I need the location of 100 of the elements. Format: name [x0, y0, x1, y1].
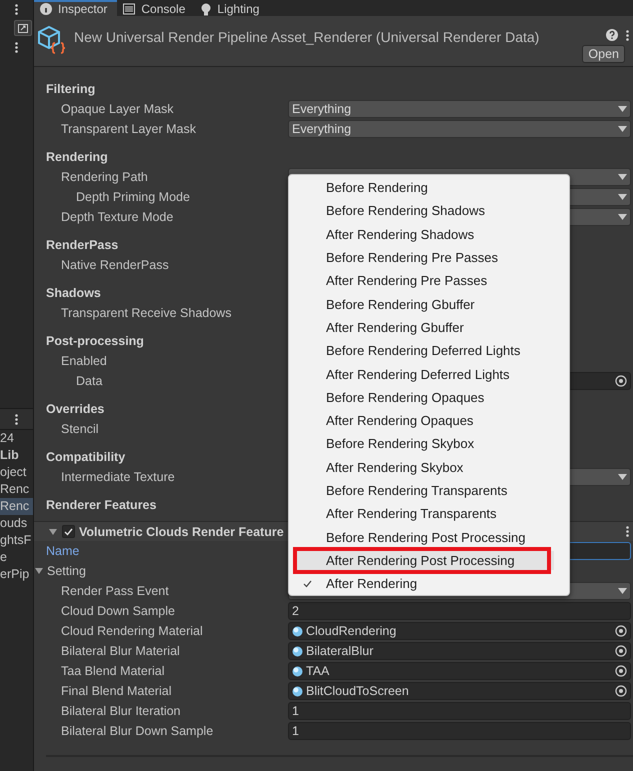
dropdown-arrow-icon — [618, 474, 627, 480]
menu-item[interactable]: Before Rendering Pre Passes — [289, 248, 554, 268]
material-sphere-icon — [292, 666, 303, 676]
field-label: Taa Blend Material — [60, 664, 166, 678]
check-icon — [303, 580, 312, 588]
menu-item[interactable]: After Rendering Opaques — [289, 410, 554, 430]
field-label: Data — [75, 374, 104, 388]
bulb-icon — [201, 2, 212, 16]
object-field[interactable]: TAA — [288, 662, 631, 680]
field-label: Intermediate Texture — [60, 470, 176, 484]
tab[interactable]: Inspector — [34, 0, 118, 16]
field-label: Cloud Down Sample — [60, 604, 176, 618]
menu-item[interactable]: After Rendering Post Processing — [297, 550, 554, 570]
tab[interactable]: Lighting — [195, 0, 270, 16]
dropdown-arrow-icon — [618, 194, 627, 200]
checkbox[interactable] — [62, 525, 75, 538]
section-heading: Filtering — [46, 81, 96, 98]
menu-item[interactable]: Before Rendering Transparents — [289, 480, 554, 500]
console-icon — [123, 3, 136, 15]
menu-item[interactable]: Before Rendering Gbuffer — [289, 294, 554, 314]
dropdown-field[interactable]: Everything — [288, 120, 631, 138]
section-heading: RenderPass — [46, 237, 118, 254]
menu-item[interactable]: After Rendering Skybox — [289, 458, 554, 477]
dropdown-field[interactable]: Everything — [288, 100, 631, 118]
menu-item[interactable]: After Rendering Transparents — [289, 504, 554, 524]
folder-item[interactable]: Lib — [0, 447, 33, 464]
object-field[interactable]: BlitCloudToScreen — [288, 682, 631, 700]
more-icon[interactable] — [15, 4, 18, 14]
dropdown-arrow-icon — [618, 174, 627, 180]
number-field[interactable]: 1 — [288, 722, 631, 740]
project-item[interactable]: ghtsF — [0, 532, 33, 549]
dropdown-arrow-icon — [618, 214, 627, 220]
menu-item[interactable]: Before Rendering Shadows — [289, 201, 554, 221]
count-label: 24 — [0, 430, 15, 447]
asset-title: New Universal Render Pipeline Asset_Renderer (Universal Renderer Data) — [74, 29, 540, 47]
section-heading: Post-processing — [46, 333, 144, 350]
project-item[interactable]: e — [0, 549, 33, 566]
material-sphere-icon — [292, 626, 303, 636]
field-label: Depth Priming Mode — [75, 190, 191, 204]
section-heading: Rendering — [46, 149, 108, 166]
field-label: Bilateral Blur Material — [60, 644, 181, 658]
field-label: Depth Texture Mode — [60, 210, 174, 224]
project-item[interactable]: ouds — [0, 515, 33, 532]
field-label: Native RenderPass — [60, 258, 170, 272]
dropdown-arrow-icon — [618, 588, 627, 594]
target-icon[interactable] — [615, 665, 627, 677]
more-icon[interactable] — [15, 42, 18, 52]
field-label: Transparent Receive Shadows — [60, 306, 232, 320]
menu-item[interactable]: After Rendering Gbuffer — [289, 318, 554, 338]
number-field[interactable]: 1 — [288, 702, 631, 720]
menu-item[interactable]: After Rendering Deferred Lights — [289, 364, 554, 384]
menu-item[interactable]: After Rendering Pre Passes — [289, 271, 554, 290]
field-label: Rendering Path — [60, 170, 149, 184]
open-button[interactable]: Open — [582, 45, 625, 63]
section-heading: Overrides — [46, 401, 104, 418]
more-icon[interactable] — [626, 30, 629, 40]
menu-item[interactable]: After Rendering Shadows — [289, 224, 554, 244]
project-item[interactable]: Renc — [0, 481, 33, 498]
more-icon[interactable] — [15, 414, 18, 424]
section-label: Setting — [47, 564, 86, 578]
field-label: Opaque Layer Mask — [60, 102, 175, 116]
field-label: Transparent Layer Mask — [60, 122, 198, 136]
maximize-button[interactable] — [14, 20, 32, 36]
material-sphere-icon — [292, 686, 303, 696]
help-icon[interactable] — [606, 29, 618, 41]
target-icon[interactable] — [615, 645, 627, 657]
field-label: Bilateral Blur Down Sample — [60, 724, 214, 738]
object-field[interactable]: CloudRendering — [288, 622, 631, 640]
field-label: Stencil — [60, 422, 100, 436]
project-item[interactable]: erPip — [0, 566, 33, 583]
menu-item[interactable]: Before Rendering Skybox — [289, 434, 554, 454]
menu-item[interactable]: Before Rendering Opaques — [289, 388, 554, 407]
foldout-arrow-icon[interactable] — [34, 566, 44, 576]
project-item[interactable]: Renc — [0, 498, 33, 515]
field-label: Bilateral Blur Iteration — [60, 704, 182, 718]
target-icon[interactable] — [615, 685, 627, 697]
dropdown-arrow-icon — [618, 106, 627, 112]
dropdown-arrow-icon — [618, 126, 627, 132]
field-label: Cloud Rendering Material — [60, 624, 204, 638]
field-label: Render Pass Event — [60, 584, 170, 598]
target-icon[interactable] — [615, 375, 627, 387]
number-field[interactable]: 2 — [288, 602, 631, 620]
tab[interactable]: Console — [117, 0, 196, 16]
menu-item[interactable]: Before Rendering Deferred Lights — [289, 341, 554, 360]
section-heading: Shadows — [46, 285, 101, 302]
maximize-icon — [18, 24, 28, 32]
foldout-label[interactable]: Setting — [34, 564, 288, 578]
feature-title: Volumetric Clouds Render Feature — [79, 524, 284, 538]
object-field[interactable]: BilateralBlur — [288, 642, 631, 660]
target-icon[interactable] — [615, 625, 627, 637]
menu-item[interactable]: Before Rendering Post Processing — [289, 527, 554, 547]
section-heading: Compatibility — [46, 449, 126, 466]
field-label: Final Blend Material — [60, 684, 172, 698]
field-label: Name — [46, 544, 80, 558]
project-item[interactable]: oject — [0, 464, 33, 481]
menu-item[interactable]: After Rendering — [289, 574, 554, 594]
menu-item[interactable]: Before Rendering — [289, 178, 554, 198]
material-sphere-icon — [292, 646, 303, 656]
foldout-arrow-icon[interactable] — [48, 526, 58, 536]
more-icon[interactable] — [626, 526, 629, 537]
